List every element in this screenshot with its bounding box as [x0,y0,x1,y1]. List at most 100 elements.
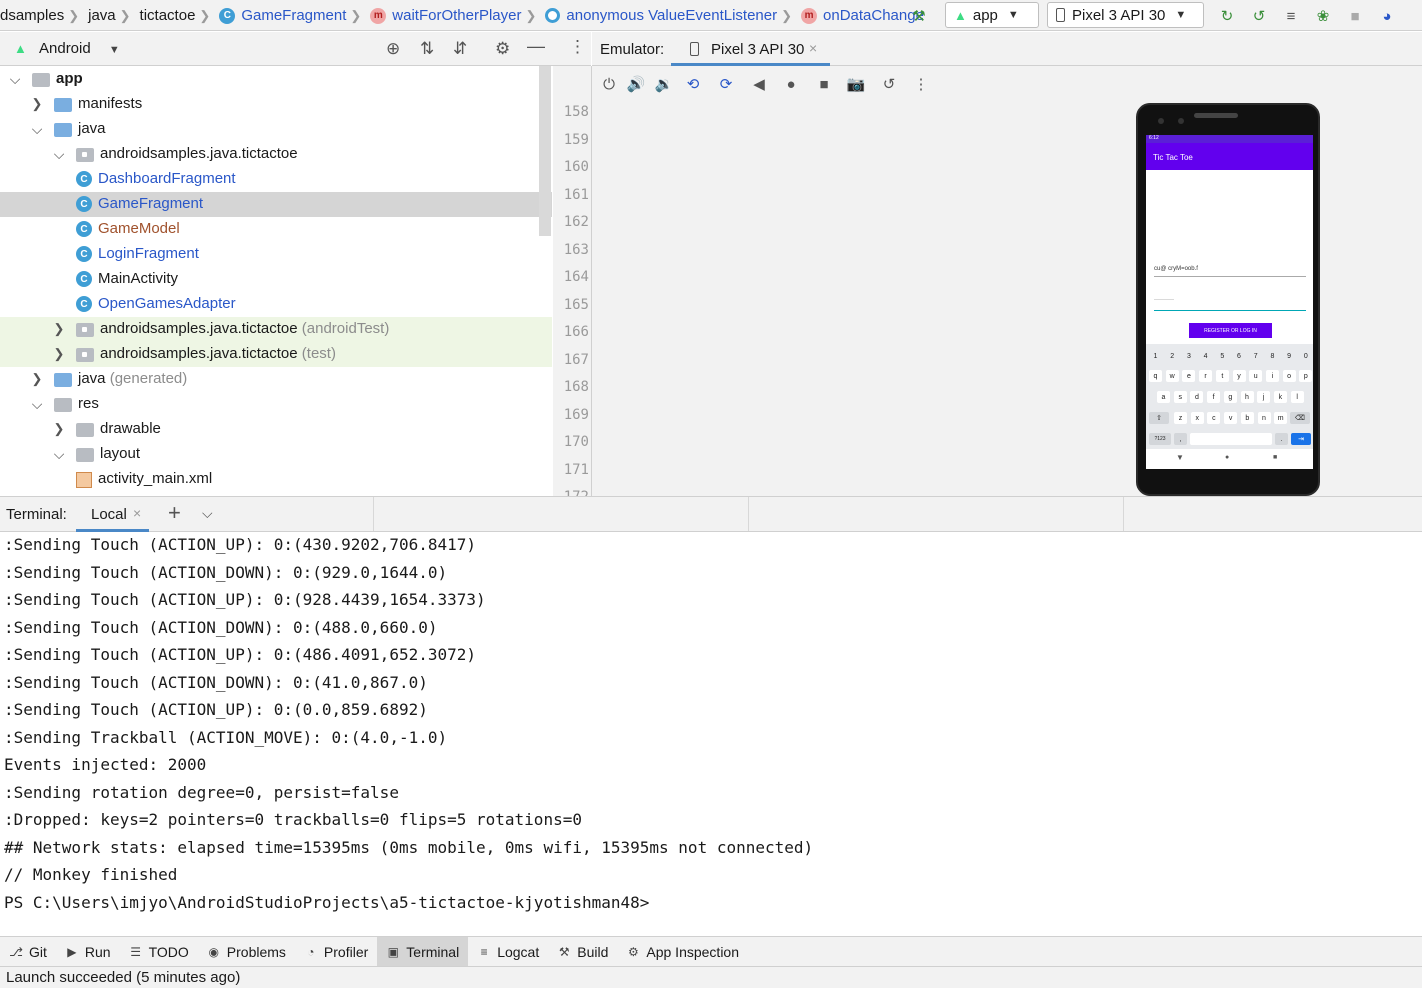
tree-row[interactable]: ⌵ java [0,117,552,142]
tree-row[interactable]: ❯ manifests [0,92,552,117]
keyboard-key[interactable]: j [1257,391,1271,403]
tool-window-todo[interactable]: ☰ TODO [120,937,198,967]
keyboard-key[interactable]: g [1223,391,1237,403]
password-field[interactable]: ·········· [1154,297,1174,303]
keyboard-key[interactable]: k [1273,391,1287,403]
gear-icon[interactable]: ⚙ [495,39,510,59]
breadcrumb-item[interactable]: dsamples ❯ [0,7,88,24]
close-icon[interactable]: × [809,40,817,56]
phone-screen[interactable]: 6:12 Tic Tac Toe cu@ cryM=oob.f ········… [1146,135,1313,469]
keyboard-key[interactable]: 2 [1166,350,1179,362]
register-login-button[interactable]: REGISTER OR LOG IN [1189,323,1272,338]
tree-row[interactable]: C GameModel [0,217,552,242]
keyboard-key[interactable]: u [1249,370,1263,382]
tree-scrollbar[interactable] [539,66,551,236]
keyboard-key[interactable]: 0 [1299,350,1312,362]
chevron-down-icon[interactable]: ⌵ [52,146,66,162]
chevron-right-icon[interactable]: ❯ [52,346,66,361]
keyboard-key[interactable]: 3 [1182,350,1195,362]
tool-window-run[interactable]: ▶ Run [56,937,120,967]
power-icon[interactable]: ⏻ [599,74,619,94]
overview-icon[interactable]: ■ [1273,454,1277,461]
tool-window-profiler[interactable]: ◔ Profiler [295,937,377,967]
rotate-left-icon[interactable]: ⟲ [683,74,703,94]
breadcrumb-item[interactable]: m waitForOtherPlayer ❯ [370,7,545,24]
keyboard-key[interactable]: 8 [1266,350,1279,362]
keyboard-key[interactable]: 4 [1199,350,1212,362]
device-selector[interactable]: Pixel 3 API 30 ▼ [1047,2,1204,28]
keyboard-key[interactable]: 1 [1149,350,1162,362]
keyboard-key[interactable]: a [1157,391,1170,403]
coverage-icon[interactable]: ≡ [1281,6,1301,26]
attach-debugger-icon[interactable]: ■ [1345,6,1365,26]
rotate-right-icon[interactable]: ⟳ [716,74,736,94]
keyboard-key[interactable]: h [1240,391,1254,403]
keyboard-key[interactable]: s [1173,391,1187,403]
run-config-selector[interactable]: ▲ app ▼ [945,2,1039,28]
keyboard-key[interactable]: e [1182,370,1196,382]
tree-row[interactable]: C LoginFragment [0,242,552,267]
tool-window-app-inspection[interactable]: ⚙ App Inspection [617,937,748,967]
hide-panel-icon[interactable]: — [527,36,545,57]
tree-row[interactable]: C OpenGamesAdapter [0,292,552,317]
keyboard-key[interactable]: 7 [1249,350,1262,362]
breadcrumb-item[interactable]: tictactoe ❯ [140,7,220,24]
space-key[interactable] [1190,433,1272,445]
keyboard-key[interactable]: c [1207,412,1221,424]
keyboard-key[interactable]: f [1207,391,1221,403]
period-key[interactable]: . [1275,433,1288,445]
keyboard-key[interactable]: d [1190,391,1204,403]
comma-key[interactable]: , [1174,433,1187,445]
chevron-right-icon[interactable]: ❯ [30,96,44,111]
keyboard-key[interactable]: w [1165,370,1179,382]
tool-window-logcat[interactable]: ≡ Logcat [468,937,548,967]
keyboard-key[interactable]: o [1282,370,1296,382]
keyboard-key[interactable]: 6 [1233,350,1246,362]
chevron-right-icon[interactable]: ❯ [30,371,44,386]
collapse-all-icon[interactable]: ⇵ [453,39,467,59]
profiler-icon[interactable]: ◕ [1377,6,1397,26]
apply-code-changes-icon[interactable]: ↺ [1249,6,1269,26]
volume-down-icon[interactable]: 🔉 [654,74,674,94]
tree-row[interactable]: ❯ drawable [0,417,552,442]
keyboard-key[interactable]: v [1224,412,1238,424]
tree-row[interactable]: ❯ java (generated) [0,367,552,392]
keyboard-key[interactable]: b [1240,412,1254,424]
keyboard-key[interactable]: z [1174,412,1187,424]
keyboard-key[interactable]: i [1265,370,1279,382]
apply-changes-icon[interactable]: ↻ [1217,6,1237,26]
chevron-down-icon[interactable]: ⌵ [30,121,44,137]
volume-up-icon[interactable]: 🔊 [626,74,646,94]
tree-row[interactable]: ⌵ res [0,392,552,417]
tool-window-git[interactable]: ⎇ Git [0,937,56,967]
expand-all-icon[interactable]: ⇅ [420,39,434,59]
chevron-right-icon[interactable]: ❯ [52,421,66,436]
tree-row[interactable]: ❯ androidsamples.java.tictactoe (test) [0,342,552,367]
home-icon[interactable]: ● [1225,454,1229,461]
chevron-down-icon[interactable]: ⌵ [8,71,22,87]
tree-row[interactable]: C GameFragment [0,192,552,217]
snapshot-icon[interactable]: ↺ [879,74,899,94]
breadcrumb-item[interactable]: java ❯ [88,7,139,24]
symbols-key[interactable]: ?123 [1149,433,1171,445]
close-icon[interactable]: × [133,505,141,521]
tool-window-build[interactable]: ⚒ Build [548,937,617,967]
add-tab-icon[interactable]: + [168,500,181,526]
keyboard-key[interactable]: p [1299,370,1313,382]
keyboard-key[interactable]: x [1190,412,1204,424]
breadcrumb-item[interactable]: anonymous ValueEventListener ❯ [545,7,801,24]
tree-row[interactable]: ⌵ layout [0,442,552,467]
keyboard-key[interactable]: y [1232,370,1246,382]
keyboard-key[interactable]: m [1274,412,1288,424]
more-options-icon[interactable]: ⋮ [569,37,586,57]
tree-row[interactable]: ⌵ androidsamples.java.tictactoe [0,142,552,167]
chevron-down-icon[interactable]: ⌵ [30,396,44,412]
tab-emulator-device[interactable]: Pixel 3 API 30 × [671,32,830,66]
select-opened-file-icon[interactable]: ⊕ [386,39,400,59]
chevron-down-icon[interactable]: ⌵ [52,446,66,462]
backspace-key[interactable]: ⌫ [1290,412,1310,424]
more-options-icon[interactable]: ⋮ [911,74,931,94]
email-field[interactable]: cu@ cryM=oob.f [1154,266,1198,272]
chevron-down-icon[interactable]: ⌵ [202,505,213,522]
tree-row[interactable]: ⌵ app [0,67,552,92]
